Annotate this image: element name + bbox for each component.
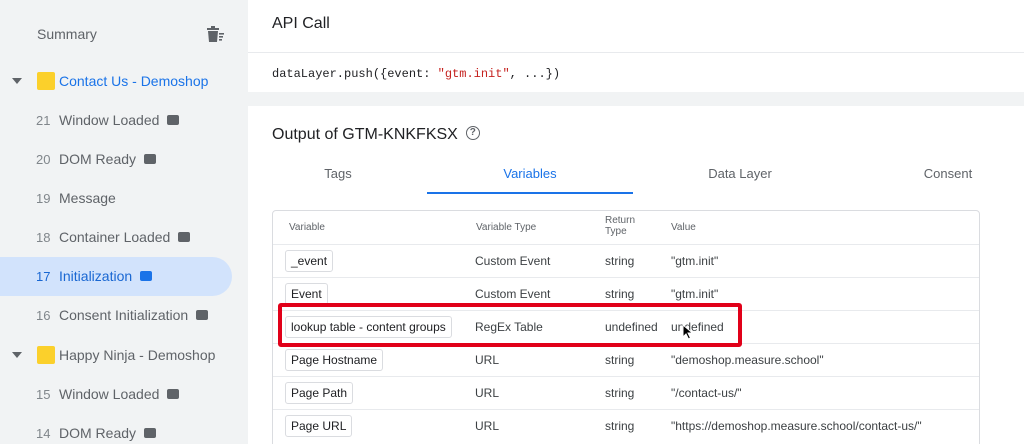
event-label: DOM Ready — [59, 425, 137, 441]
event-item-initialization[interactable]: 17 Initialization — [0, 257, 232, 296]
output-title: Output of GTM-KNKFKSX? — [272, 125, 480, 144]
tag-badge-icon — [167, 389, 180, 400]
tag-badge-icon — [144, 154, 157, 165]
event-label: Window Loaded — [59, 386, 160, 402]
return-type: string — [605, 254, 635, 268]
tag-badge-icon — [196, 310, 209, 321]
tab-consent[interactable]: Consent — [898, 160, 998, 194]
page-group-contact-us[interactable]: Contact Us - Demoshop — [0, 62, 248, 101]
event-number: 18 — [36, 230, 51, 245]
tab-variables[interactable]: Variables — [427, 160, 633, 194]
event-item-dom-ready[interactable]: 14 DOM Ready — [0, 414, 248, 444]
return-type: string — [605, 386, 635, 400]
table-row[interactable]: Event Custom Event string "gtm.init" — [273, 277, 979, 310]
output-title-text: Output of GTM-KNKFKSX — [272, 126, 458, 143]
variable-name-chip[interactable]: Event — [285, 283, 328, 305]
header-variable: Variable — [289, 222, 325, 233]
variable-name-chip[interactable]: _event — [285, 250, 334, 272]
variable-value: "gtm.init" — [671, 254, 719, 268]
api-call-title: API Call — [272, 15, 330, 32]
tag-badge-icon — [167, 115, 180, 126]
variable-type: URL — [475, 419, 500, 433]
event-item-window-loaded[interactable]: 21 Window Loaded — [0, 101, 248, 140]
header-return-line1: Return — [605, 215, 636, 226]
variable-name-chip[interactable]: lookup table - content groups — [285, 316, 452, 338]
code-prefix: dataLayer.push({event: — [272, 67, 438, 81]
event-item-container-loaded[interactable]: 18 Container Loaded — [0, 218, 248, 257]
variable-type: URL — [475, 386, 500, 400]
code-suffix: , ...}) — [509, 67, 561, 81]
caret-down-icon[interactable] — [12, 78, 22, 84]
page-group-title: Happy Ninja - Demoshop — [59, 347, 216, 363]
table-row[interactable]: Page URL URL string "https://demoshop.me… — [273, 409, 979, 442]
event-number: 19 — [36, 191, 51, 206]
variable-type: Custom Event — [475, 254, 551, 268]
header-return-type: Return Type — [605, 215, 635, 237]
variable-name-chip[interactable]: Page Hostname — [285, 349, 384, 371]
tag-badge-icon — [140, 271, 153, 282]
code-string: "gtm.init" — [437, 67, 510, 81]
event-timeline-sidebar: Summary Contact Us - Demoshop 21 Window … — [0, 0, 248, 444]
event-item-consent-initialization[interactable]: 16 Consent Initialization — [0, 296, 248, 335]
event-label: Container Loaded — [59, 229, 171, 245]
tag-badge-icon — [178, 232, 191, 243]
caret-down-icon[interactable] — [12, 352, 22, 358]
tab-tags[interactable]: Tags — [280, 160, 396, 194]
variable-type: URL — [475, 353, 500, 367]
variable-value: "demoshop.measure.school" — [671, 353, 824, 367]
delete-all-icon[interactable] — [203, 24, 225, 46]
event-label: Consent Initialization — [59, 307, 189, 323]
event-label: DOM Ready — [59, 151, 137, 167]
divider — [248, 52, 1024, 53]
event-number: 16 — [36, 308, 51, 323]
api-call-card: API Call dataLayer.push({event: "gtm.ini… — [248, 0, 1024, 92]
return-type: string — [605, 287, 635, 301]
variable-value: "https://demoshop.measure.school/contact… — [671, 419, 922, 433]
help-icon[interactable]: ? — [465, 125, 480, 140]
api-call-code: dataLayer.push({event: "gtm.init", ...}) — [272, 67, 560, 81]
event-label: Window Loaded — [59, 112, 160, 128]
event-item-message[interactable]: 19 Message — [0, 179, 248, 218]
summary-item[interactable]: Summary — [0, 16, 248, 54]
event-item-dom-ready[interactable]: 20 DOM Ready — [0, 140, 248, 179]
header-value: Value — [671, 222, 696, 233]
event-number: 20 — [36, 152, 51, 167]
variable-name-chip[interactable]: Page Path — [285, 382, 354, 404]
variable-value: undefined — [671, 320, 724, 334]
variable-name-chip[interactable]: Page URL — [285, 415, 353, 437]
table-row[interactable]: Page Path URL string "/contact-us/" — [273, 376, 979, 409]
table-header: Variable Variable Type Return Type Value — [273, 211, 979, 244]
variable-value: "gtm.init" — [671, 287, 719, 301]
return-type: string — [605, 419, 635, 433]
output-tabs: Tags Variables Data Layer Consent — [248, 160, 1024, 194]
event-label: Message — [59, 190, 116, 206]
event-number: 14 — [36, 426, 51, 441]
tag-badge-icon — [144, 428, 157, 439]
return-type: string — [605, 353, 635, 367]
event-number: 15 — [36, 387, 51, 402]
table-row[interactable]: Page Hostname URL string "demoshop.measu… — [273, 343, 979, 376]
event-number: 17 — [36, 269, 51, 284]
page-folder-icon — [37, 346, 55, 364]
tab-data-layer[interactable]: Data Layer — [678, 160, 802, 194]
event-number: 21 — [36, 113, 51, 128]
page-group-title: Contact Us - Demoshop — [59, 73, 209, 89]
table-row[interactable]: lookup table - content groups RegEx Tabl… — [273, 310, 979, 343]
variable-value: "/contact-us/" — [671, 386, 742, 400]
event-label: Initialization — [59, 268, 133, 284]
event-item-window-loaded[interactable]: 15 Window Loaded — [0, 375, 248, 414]
variables-table: Variable Variable Type Return Type Value … — [272, 210, 980, 444]
summary-label: Summary — [37, 26, 97, 42]
mouse-cursor-icon — [682, 324, 694, 340]
header-return-line2: Type — [605, 226, 627, 237]
output-card: Output of GTM-KNKFKSX? Tags Variables Da… — [248, 106, 1024, 444]
page-group-happy-ninja[interactable]: Happy Ninja - Demoshop — [0, 336, 248, 375]
table-row[interactable]: _event Custom Event string "gtm.init" — [273, 244, 979, 277]
page-folder-icon — [37, 72, 55, 90]
header-variable-type: Variable Type — [476, 222, 537, 233]
return-type: undefined — [605, 320, 658, 334]
main-panel: API Call dataLayer.push({event: "gtm.ini… — [248, 0, 1024, 444]
variable-type: RegEx Table — [475, 320, 543, 334]
variable-type: Custom Event — [475, 287, 551, 301]
